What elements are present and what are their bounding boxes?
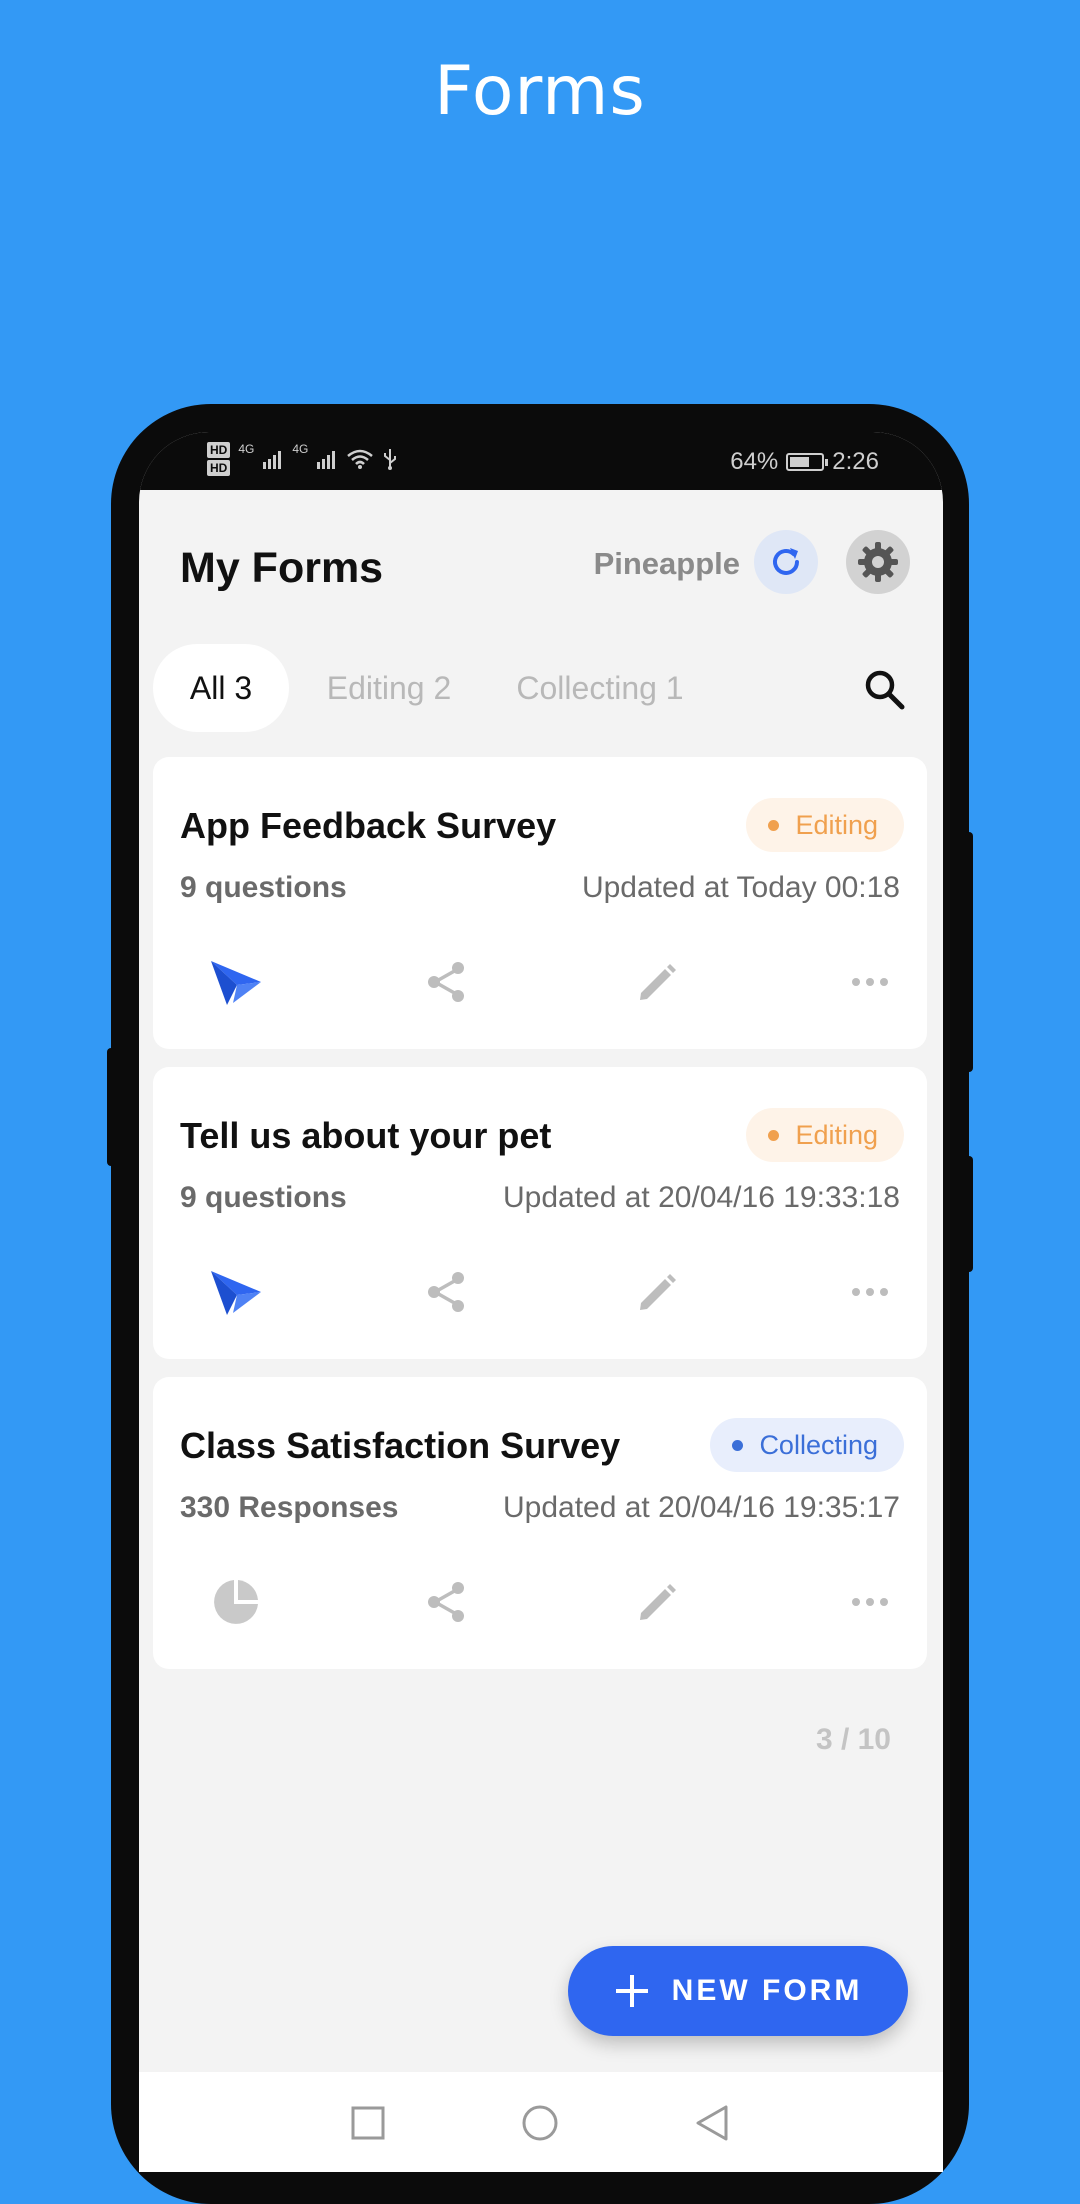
form-quota-counter: 3 / 10 <box>815 1723 891 1756</box>
status-label: Editing <box>795 809 878 840</box>
status-dot <box>768 1129 780 1141</box>
network-type-label: 4G <box>292 442 309 456</box>
card-actions <box>153 1565 927 1639</box>
share-button[interactable] <box>410 945 484 1019</box>
status-label: Editing <box>795 1119 878 1150</box>
more-button[interactable] <box>833 1565 907 1639</box>
edit-button[interactable] <box>621 1255 695 1329</box>
status-label: Collecting <box>759 1429 878 1460</box>
send-icon <box>211 1271 261 1315</box>
share-button[interactable] <box>410 1255 484 1329</box>
clock: 2:26 <box>832 448 879 475</box>
edit-button[interactable] <box>621 945 695 1019</box>
search-button[interactable] <box>859 664 909 714</box>
settings-button[interactable] <box>846 530 910 594</box>
results-button[interactable] <box>199 1565 273 1639</box>
filter-tabs: All 3 Editing 2 Collecting 1 <box>139 644 943 734</box>
status-dot <box>768 819 780 831</box>
tab-collecting[interactable]: Collecting 1 <box>505 644 695 732</box>
hd-badge: HD <box>207 460 231 476</box>
form-card[interactable]: Tell us about your pet Editing 9 questio… <box>153 1067 927 1359</box>
app-header: My Forms Pineapple <box>139 490 943 620</box>
more-button[interactable] <box>833 945 907 1019</box>
send-button[interactable] <box>199 1255 273 1329</box>
share-icon <box>428 1582 464 1622</box>
form-card[interactable]: Class Satisfaction Survey Collecting 330… <box>153 1377 927 1669</box>
gear-icon <box>858 542 898 582</box>
signal-icon <box>317 451 336 469</box>
usb-icon <box>384 449 397 470</box>
question-count: 9 questions <box>180 1181 347 1214</box>
status-badge: Editing <box>746 1108 904 1162</box>
refresh-button[interactable] <box>754 530 818 594</box>
hd-badges: HD HD <box>207 442 231 476</box>
more-icon <box>852 1288 888 1296</box>
refresh-icon <box>773 548 799 575</box>
phone-screen: HD HD 4G 4G 64% 2:26 My Forms Pineapple … <box>139 432 943 2172</box>
system-nav-bar <box>139 2072 943 2172</box>
circle-icon <box>522 2105 558 2141</box>
pencil-icon <box>640 964 676 1000</box>
account-name[interactable]: Pineapple <box>594 546 740 582</box>
send-icon <box>211 961 261 1005</box>
square-icon <box>351 2106 385 2140</box>
signal-icon <box>263 451 282 469</box>
search-icon <box>865 670 905 710</box>
new-form-label: NEW FORM <box>671 1974 863 2007</box>
question-count: 9 questions <box>180 871 347 904</box>
share-button[interactable] <box>410 1565 484 1639</box>
card-actions <box>153 1255 927 1329</box>
status-bar: HD HD 4G 4G 64% 2:26 <box>139 432 943 490</box>
more-icon <box>852 1598 888 1606</box>
back-button[interactable] <box>691 2102 733 2144</box>
card-actions <box>153 945 927 1019</box>
updated-time: Updated at 20/04/16 19:33:18 <box>502 1181 900 1214</box>
triangle-back-icon <box>696 2105 728 2141</box>
status-bar-right: 64% 2:26 <box>730 448 879 476</box>
share-icon <box>428 1272 464 1312</box>
battery-level-fill <box>790 457 810 467</box>
battery-percent: 64% <box>730 448 779 475</box>
phone-side-button-left <box>107 1048 115 1166</box>
tab-all[interactable]: All 3 <box>153 644 289 732</box>
status-bar-left: HD HD 4G 4G <box>207 442 398 476</box>
form-title: Class Satisfaction Survey <box>180 1425 621 1466</box>
more-button[interactable] <box>833 1255 907 1329</box>
recent-apps-button[interactable] <box>347 2102 389 2144</box>
network-type-label: 4G <box>238 442 255 456</box>
pencil-icon <box>640 1274 676 1310</box>
status-badge: Collecting <box>710 1418 904 1472</box>
share-icon <box>428 962 464 1002</box>
status-dot <box>732 1439 744 1451</box>
form-title: App Feedback Survey <box>180 805 557 846</box>
phone-side-button-right-1 <box>965 832 973 1072</box>
page-title: Forms <box>434 52 646 131</box>
response-count: 330 Responses <box>180 1491 399 1524</box>
screen-title: My Forms <box>180 544 384 592</box>
wifi-icon <box>347 449 374 469</box>
battery-icon <box>786 453 829 471</box>
pencil-icon <box>640 1584 676 1620</box>
updated-time: Updated at 20/04/16 19:35:17 <box>502 1491 900 1524</box>
new-form-button[interactable]: NEW FORM <box>568 1946 908 2036</box>
form-card[interactable]: App Feedback Survey Editing 9 questions … <box>153 757 927 1049</box>
hd-badge: HD <box>207 442 231 458</box>
edit-button[interactable] <box>621 1565 695 1639</box>
phone-side-button-right-2 <box>965 1156 973 1272</box>
send-button[interactable] <box>199 945 273 1019</box>
plus-icon <box>615 1975 648 2007</box>
pie-chart-icon <box>214 1580 258 1624</box>
status-badge: Editing <box>746 798 904 852</box>
tab-editing[interactable]: Editing 2 <box>313 644 465 732</box>
form-title: Tell us about your pet <box>180 1115 552 1156</box>
home-button[interactable] <box>519 2102 561 2144</box>
updated-time: Updated at Today 00:18 <box>581 871 900 904</box>
more-icon <box>852 978 888 986</box>
